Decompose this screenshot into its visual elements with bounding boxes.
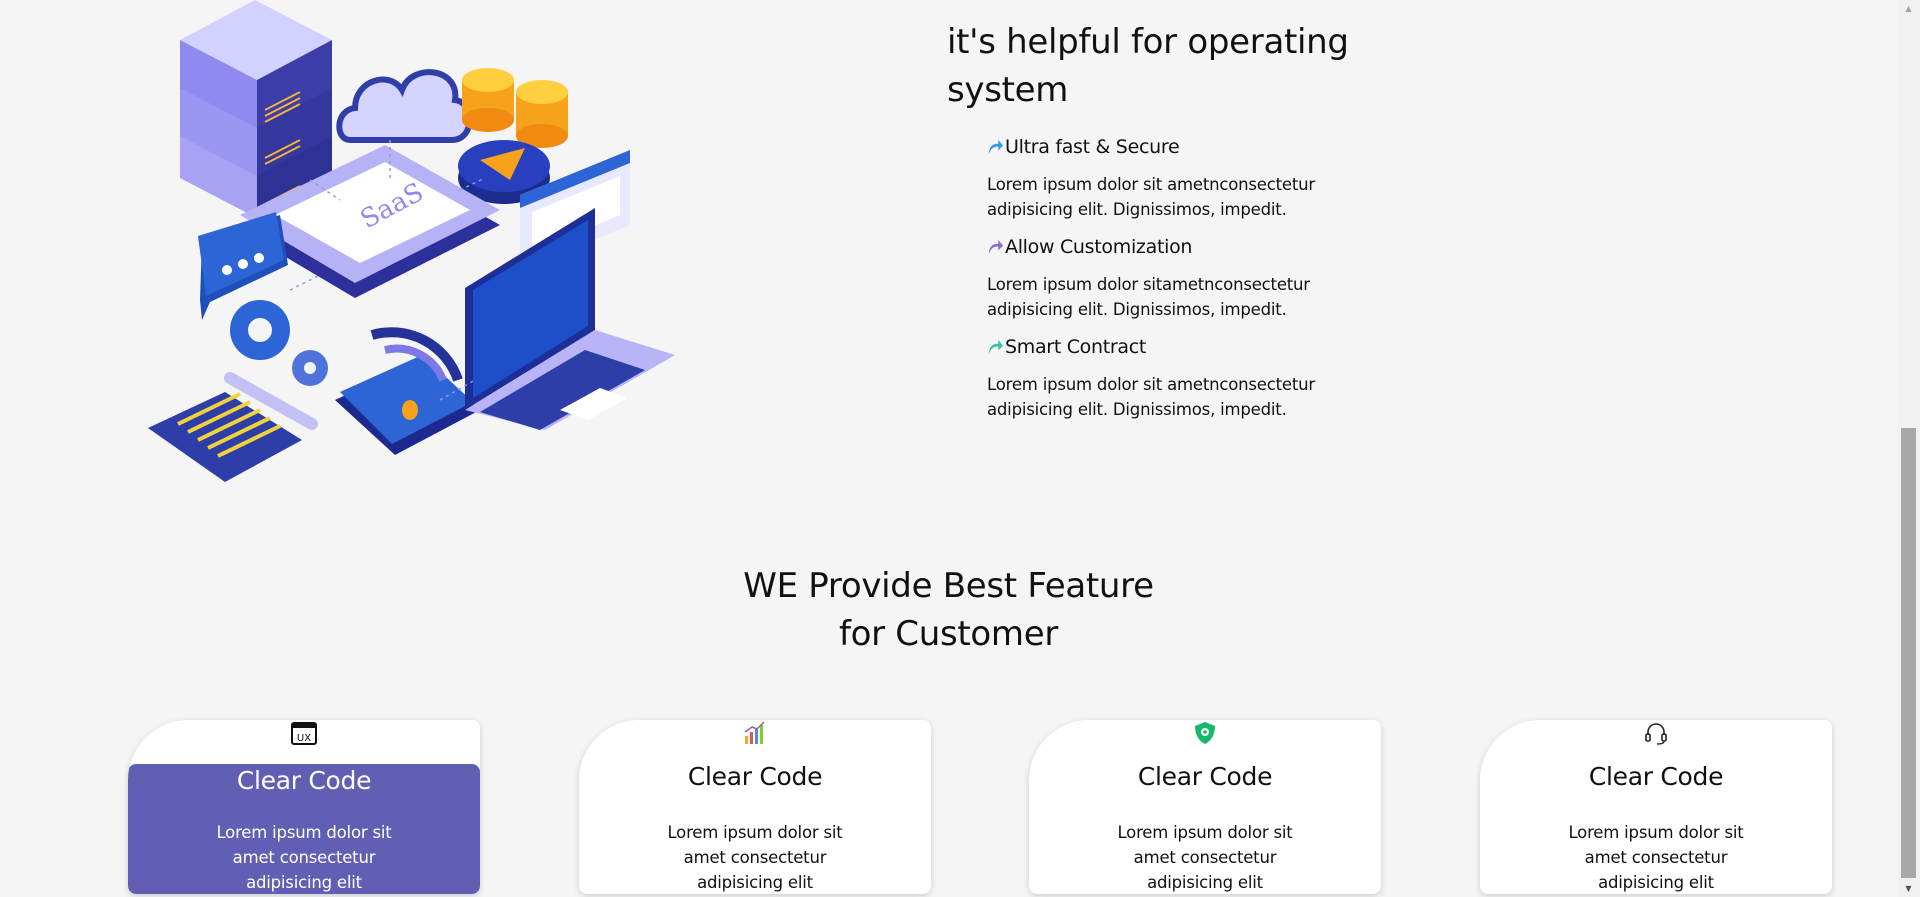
notepad-icon (148, 372, 318, 482)
phone-icon (335, 327, 480, 455)
feature-title: Ultra fast & Secure (1005, 136, 1180, 158)
scroll-up-arrow-icon[interactable]: ▲ (1897, 0, 1920, 17)
scroll-down-arrow-icon[interactable]: ▼ (1897, 880, 1920, 897)
gear-icon (230, 300, 328, 386)
about-title-line1: it's helpful for operating (947, 22, 1349, 62)
laptop-icon (465, 208, 675, 430)
feature-title: Allow Customization (1005, 236, 1193, 258)
features-title-line2: for Customer (838, 614, 1059, 654)
feature-card[interactable]: UX Clear Code Lorem ipsum dolor sit amet… (128, 720, 480, 894)
feature-list: Ultra fast & Secure Lorem ipsum dolor si… (947, 134, 1407, 422)
about-title: it's helpful for operating system (947, 18, 1407, 114)
card-text: Lorem ipsum dolor sit amet consectetur a… (216, 823, 392, 892)
card-text: Lorem ipsum dolor sit amet consectetur a… (1568, 823, 1744, 892)
feature-text: Lorem ipsum dolor sitametnconsectetur ad… (987, 275, 1310, 319)
bar-chart-icon (744, 721, 765, 744)
scrollbar-thumb[interactable] (1901, 428, 1916, 878)
share-arrow-icon (988, 239, 1004, 254)
headset-icon (1645, 723, 1667, 745)
share-arrow-icon (988, 339, 1004, 354)
feature-item: Ultra fast & Secure Lorem ipsum dolor si… (987, 134, 1407, 222)
cloud-icon (336, 69, 473, 143)
ux-window-icon: UX (291, 722, 317, 745)
card-text: Lorem ipsum dolor sit amet consectetur a… (1117, 823, 1293, 892)
feature-card[interactable]: Clear Code Lorem ipsum dolor sit amet co… (1480, 720, 1832, 894)
card-title: Clear Code (1137, 762, 1273, 791)
shield-icon (1195, 722, 1215, 744)
card-title: Clear Code (236, 766, 372, 795)
feature-text: Lorem ipsum dolor sit ametnconsectetur a… (987, 175, 1315, 219)
card-title: Clear Code (1588, 762, 1724, 791)
feature-card[interactable]: Clear Code Lorem ipsum dolor sit amet co… (579, 720, 931, 894)
feature-card[interactable]: Clear Code Lorem ipsum dolor sit amet co… (1029, 720, 1381, 894)
share-arrow-icon (988, 139, 1004, 154)
features-title-line1: WE Provide Best Feature (743, 566, 1154, 606)
feature-item: Smart Contract Lorem ipsum dolor sit ame… (987, 334, 1407, 422)
svg-text:UX: UX (297, 733, 311, 744)
page-scrollbar[interactable]: ▲ ▼ (1897, 0, 1920, 897)
coins-icon (462, 68, 568, 148)
card-text: Lorem ipsum dolor sit amet consectetur a… (667, 823, 843, 892)
saas-illustration: SaaS (140, 0, 680, 490)
card-title: Clear Code (687, 762, 823, 791)
feature-item: Allow Customization Lorem ipsum dolor si… (987, 234, 1407, 322)
features-section-title: WE Provide Best Feature for Customer (0, 562, 1897, 658)
feature-title: Smart Contract (1005, 336, 1147, 358)
about-section: it's helpful for operating system Ultra … (947, 18, 1407, 434)
about-title-line2: system (947, 70, 1069, 110)
feature-text: Lorem ipsum dolor sit ametnconsectetur a… (987, 375, 1315, 419)
